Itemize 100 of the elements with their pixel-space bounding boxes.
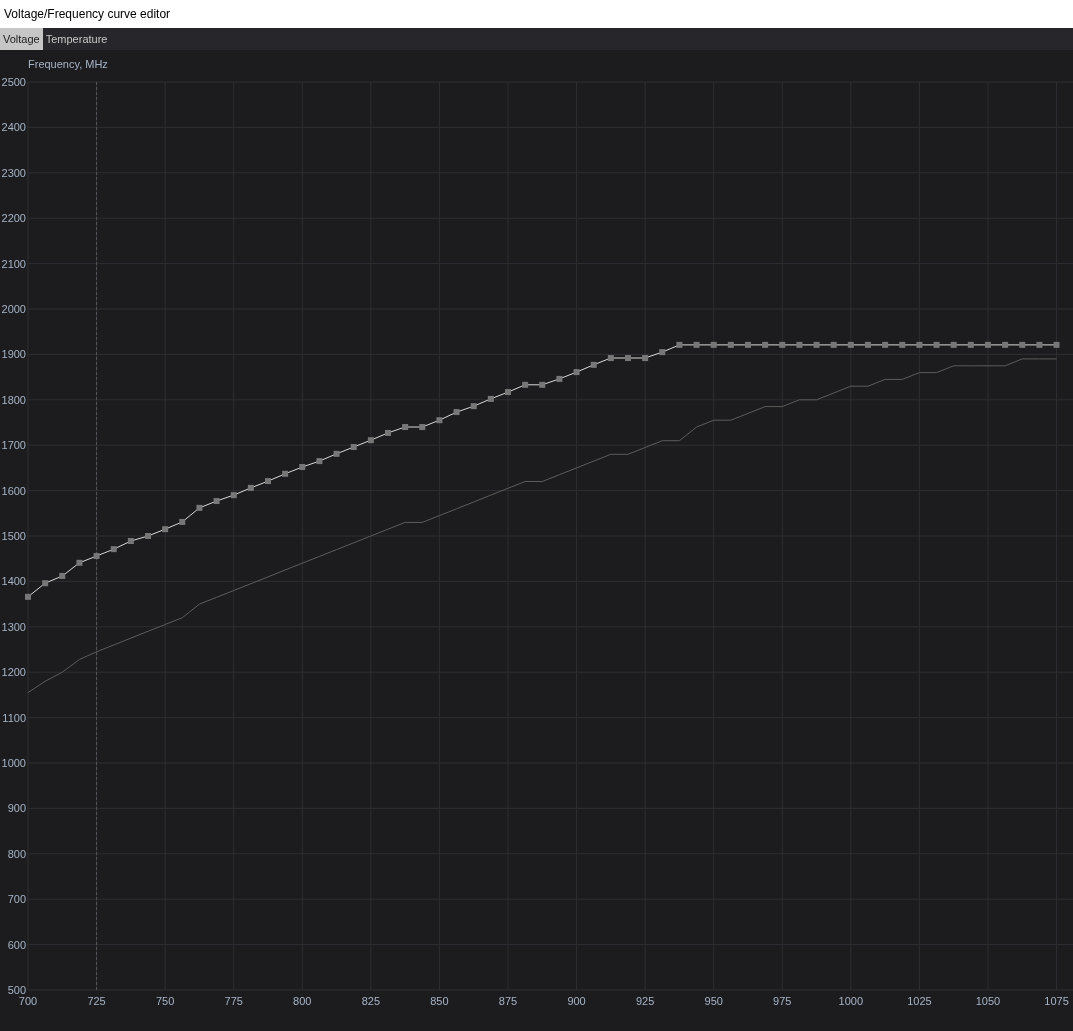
x-axis-tick-label: 850: [430, 995, 449, 1007]
y-axis-tick-label: 1900: [1, 348, 26, 361]
curve-point[interactable]: [505, 389, 511, 396]
curve-point[interactable]: [1002, 341, 1009, 348]
curve-point[interactable]: [727, 341, 734, 348]
curve-point[interactable]: [916, 341, 923, 348]
y-axis-tick-label: 900: [7, 802, 26, 815]
y-axis-tick-label: 1500: [1, 530, 26, 542]
curve-point[interactable]: [299, 464, 306, 470]
curve-point[interactable]: [933, 341, 940, 348]
curve-point[interactable]: [830, 341, 837, 348]
curve-point[interactable]: [882, 341, 889, 348]
x-axis-tick-label: 900: [567, 995, 586, 1007]
curve-point[interactable]: [385, 429, 391, 436]
y-axis-title: Frequency, MHz: [28, 58, 108, 70]
y-axis-tick-label: 1100: [2, 711, 26, 724]
curve-point[interactable]: [967, 341, 974, 348]
curve-point[interactable]: [453, 409, 460, 416]
curve-point[interactable]: [213, 498, 220, 505]
curve-point[interactable]: [556, 375, 563, 382]
x-axis-tick-label: 925: [635, 995, 655, 1007]
curve-point[interactable]: [350, 444, 357, 450]
curve-point[interactable]: [42, 580, 49, 587]
y-axis-tick-label: 1000: [1, 757, 26, 769]
curve-point[interactable]: [607, 355, 614, 362]
x-axis-tick-label: 725: [87, 995, 106, 1007]
curve-point[interactable]: [402, 424, 409, 431]
y-axis-tick-label: 2200: [1, 212, 26, 225]
curve-point[interactable]: [813, 341, 820, 348]
curve-point[interactable]: [470, 403, 477, 410]
y-axis-tick-label: 1200: [1, 666, 26, 679]
x-axis-tick-label: 875: [498, 995, 518, 1007]
curve-point[interactable]: [539, 381, 546, 388]
curve-point[interactable]: [779, 341, 786, 348]
curve-point[interactable]: [573, 369, 580, 376]
curve-point[interactable]: [59, 572, 66, 579]
y-axis-tick-label: 2300: [1, 166, 26, 179]
curve-point[interactable]: [693, 341, 700, 348]
curve-point[interactable]: [642, 355, 649, 362]
curve-point[interactable]: [1019, 341, 1026, 348]
curve-point[interactable]: [745, 341, 751, 348]
y-axis-tick-label: 1800: [1, 393, 26, 406]
curve-point[interactable]: [282, 470, 289, 477]
curve-point[interactable]: [796, 341, 803, 348]
curve-point[interactable]: [1053, 341, 1060, 348]
curve-point[interactable]: [110, 546, 117, 553]
x-axis-tick-label: 825: [361, 995, 381, 1007]
curve-point[interactable]: [196, 504, 203, 511]
y-axis-tick-label: 2500: [1, 76, 26, 88]
y-axis-tick-label: 1400: [1, 575, 26, 588]
x-axis-tick-label: 950: [704, 995, 723, 1007]
curve-point[interactable]: [230, 492, 237, 499]
curve-point[interactable]: [127, 538, 134, 544]
curve-point[interactable]: [710, 341, 717, 348]
tab[interactable]: Temperature: [42, 28, 111, 50]
tab[interactable]: Voltage: [0, 28, 43, 50]
x-axis-tick-label: 800: [293, 995, 312, 1007]
x-axis-tick-label: 775: [224, 995, 243, 1007]
x-axis-tick-label: 1075: [1044, 995, 1069, 1007]
x-axis-tick-label: 1000: [838, 995, 864, 1007]
y-axis-tick-label: 1600: [1, 484, 26, 497]
y-axis-tick-label: 1300: [1, 620, 26, 633]
curve-point[interactable]: [950, 341, 957, 348]
y-axis-tick-label: 1700: [1, 439, 26, 452]
curve-point[interactable]: [659, 349, 666, 356]
curve-point[interactable]: [625, 355, 631, 362]
curve-point[interactable]: [984, 341, 991, 348]
curve-point[interactable]: [76, 559, 83, 566]
curve-point[interactable]: [316, 458, 323, 465]
x-axis-tick-label: 1025: [907, 995, 932, 1007]
curve-point[interactable]: [93, 553, 100, 559]
curve-point[interactable]: [25, 593, 31, 600]
curve-point[interactable]: [522, 381, 529, 388]
curve-point[interactable]: [247, 484, 254, 491]
curve-point[interactable]: [367, 437, 374, 444]
curve-point[interactable]: [179, 518, 186, 525]
curve-point[interactable]: [419, 424, 426, 431]
y-axis-tick-label: 800: [7, 847, 26, 860]
curve-point[interactable]: [265, 478, 271, 485]
curve-point[interactable]: [162, 526, 169, 533]
y-axis-tick-label: 700: [7, 893, 26, 906]
curve-point[interactable]: [899, 341, 906, 348]
y-axis-tick-label: 2000: [1, 303, 26, 315]
y-axis-tick-label: 2100: [1, 257, 26, 270]
y-axis-tick-label: 500: [7, 984, 26, 996]
y-axis-tick-label: 600: [7, 938, 26, 951]
curve-point[interactable]: [847, 341, 854, 348]
curve-point[interactable]: [333, 450, 340, 457]
curve-point[interactable]: [436, 417, 443, 424]
curve-point[interactable]: [865, 341, 871, 348]
curve-point[interactable]: [590, 361, 597, 368]
curve-point[interactable]: [487, 395, 494, 402]
x-axis-tick-label: 750: [155, 995, 175, 1007]
y-axis-tick-label: 2400: [1, 121, 26, 134]
x-axis-tick-label: 1050: [975, 995, 1001, 1007]
curve-point[interactable]: [676, 341, 683, 348]
curve-point[interactable]: [1036, 341, 1043, 348]
x-axis-tick-label: 975: [773, 995, 792, 1007]
curve-point[interactable]: [762, 341, 769, 348]
x-axis-tick-label: 700: [18, 995, 38, 1007]
